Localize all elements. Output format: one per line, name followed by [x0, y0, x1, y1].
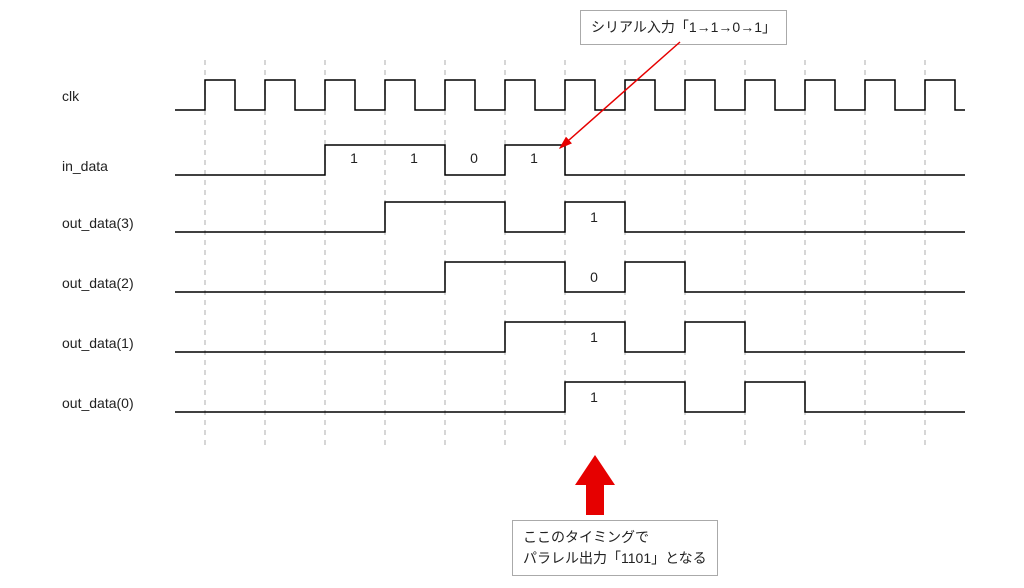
wave-out2	[175, 262, 965, 292]
arrow-serial-input	[560, 42, 680, 148]
wave-out0	[175, 382, 965, 412]
timing-diagram: clk in_data out_data(3) out_data(2) out_…	[0, 0, 1024, 588]
arrow-parallel-output-icon	[575, 455, 615, 515]
wave-out3	[175, 202, 965, 232]
wave-clk	[175, 80, 965, 110]
wave-out1	[175, 322, 965, 352]
wave-in	[175, 145, 965, 175]
waveform-svg	[0, 0, 1024, 588]
